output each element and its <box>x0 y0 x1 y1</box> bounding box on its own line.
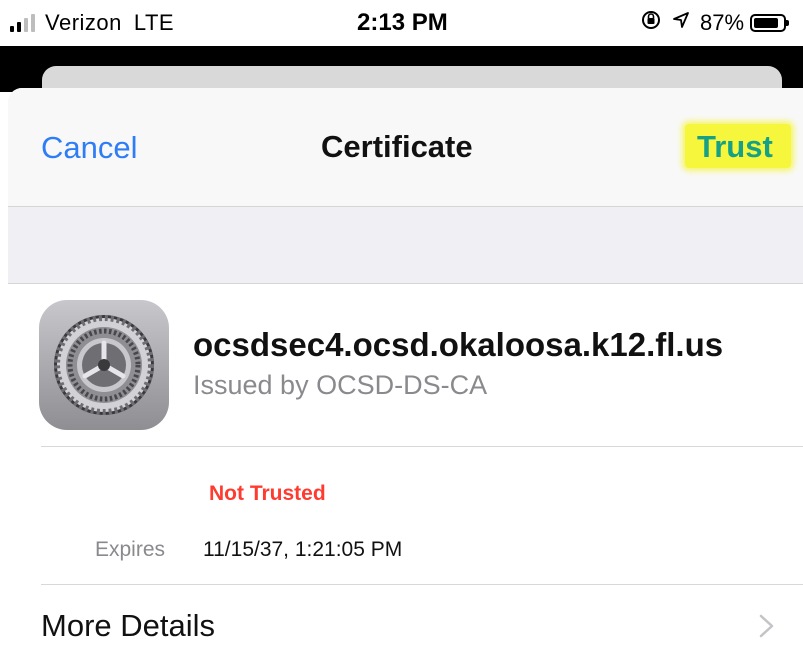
chevron-right-icon <box>758 613 776 639</box>
battery-icon <box>750 14 790 32</box>
certificate-issuer: Issued by OCSD-DS-CA <box>193 370 488 400</box>
signal-bar <box>31 14 35 32</box>
battery-fill <box>754 18 779 28</box>
status-right: 87% <box>640 9 790 37</box>
signal-bar <box>17 22 21 32</box>
certificate-host: ocsdsec4.ocsd.okaloosa.k12.fl.us <box>193 326 724 363</box>
network-type: LTE <box>133 10 175 35</box>
expires-value: 11/15/37, 1:21:05 PM <box>203 538 403 561</box>
signal-icon <box>10 14 35 32</box>
carrier-name: Verizon <box>45 10 122 35</box>
cancel-button[interactable]: Cancel <box>41 130 138 166</box>
trust-status: Not Trusted <box>209 482 326 505</box>
status-bar: Verizon LTE 2:13 PM 87% <box>0 0 803 46</box>
trust-button[interactable]: Trust <box>685 124 791 168</box>
trust-button-label: Trust <box>697 129 773 164</box>
orientation-lock-icon <box>640 9 662 37</box>
status-time: 2:13 PM <box>357 9 448 36</box>
certificate-screen: Verizon LTE 2:13 PM 87% Cancel Certifica… <box>0 0 803 645</box>
signal-bar <box>10 26 14 32</box>
certificate-sheet: Cancel Certificate Trust ocsdsec4.ocsd.o… <box>8 88 803 645</box>
battery-percent: 87% <box>700 10 745 35</box>
page-title: Certificate <box>321 129 473 164</box>
more-details-label: More Details <box>41 608 215 643</box>
section-spacer <box>8 207 803 284</box>
status-left: Verizon LTE <box>10 10 174 36</box>
more-details-row[interactable]: More Details <box>8 585 803 645</box>
divider <box>41 446 803 447</box>
settings-gear-icon <box>39 300 169 430</box>
location-icon <box>672 11 690 35</box>
signal-bar <box>24 18 28 32</box>
expires-label: Expires <box>95 538 166 561</box>
certificate-summary: ocsdsec4.ocsd.okaloosa.k12.fl.us Issued … <box>8 284 803 446</box>
navigation-bar: Cancel Certificate Trust <box>8 88 803 207</box>
